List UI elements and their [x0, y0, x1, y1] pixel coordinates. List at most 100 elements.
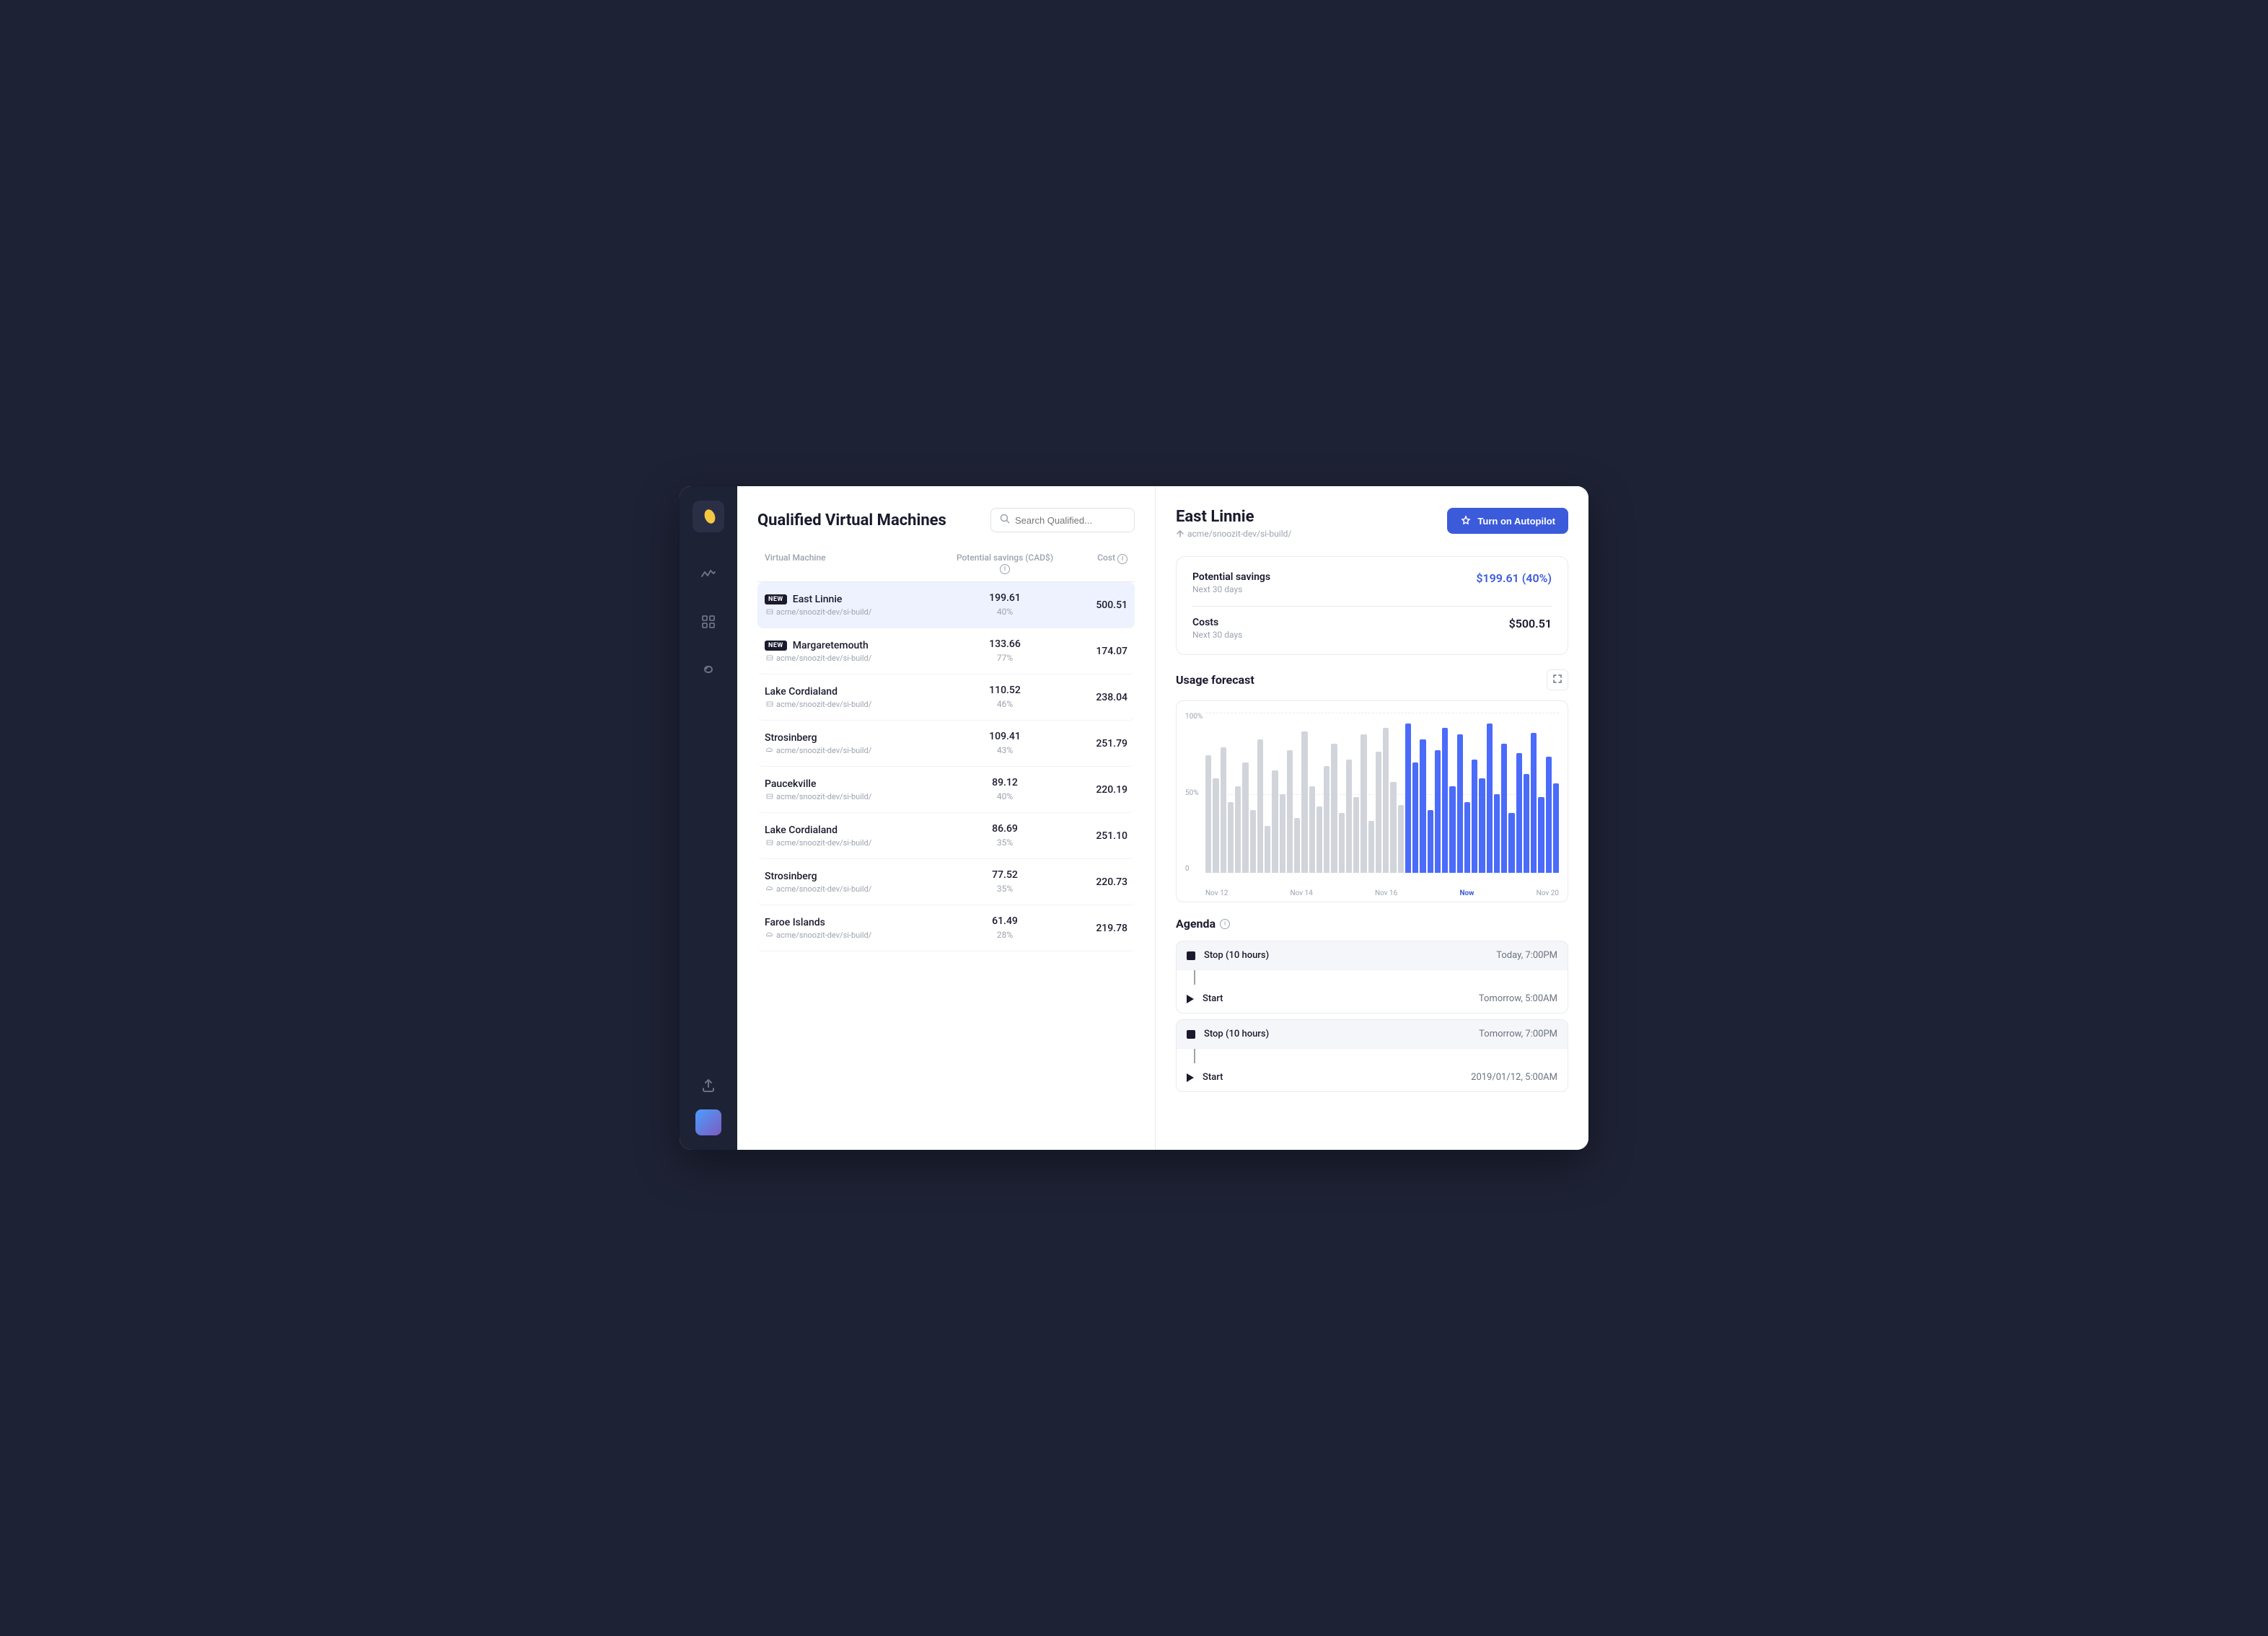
agenda-group: Stop (10 hours) Tomorrow, 7:00PM Start 2…: [1176, 1019, 1568, 1092]
vm-savings: 77.52 35%: [954, 869, 1055, 894]
table-row[interactable]: NEW East Linnie acme/snoozit-dev/si-buil…: [757, 582, 1135, 628]
costs-label: Costs: [1192, 617, 1242, 628]
autopilot-label: Turn on Autopilot: [1477, 516, 1555, 527]
vm-savings-amount: 199.61: [954, 592, 1055, 604]
vm-savings-pct: 40%: [997, 791, 1013, 801]
chart-bar: [1479, 778, 1485, 873]
x-label-nov16: Nov 16: [1375, 889, 1397, 897]
table-row[interactable]: Faroe Islands acme/snoozit-dev/si-build/…: [757, 905, 1135, 951]
vm-name-cell: Strosinberg acme/snoozit-dev/si-build/: [765, 871, 954, 894]
savings-info-icon[interactable]: i: [1000, 564, 1010, 574]
y-label-100: 100%: [1185, 713, 1205, 721]
table-row[interactable]: Strosinberg acme/snoozit-dev/si-build/ 1…: [757, 721, 1135, 767]
expand-chart-button[interactable]: [1547, 669, 1568, 690]
agenda-info-icon[interactable]: i: [1220, 919, 1230, 929]
user-avatar[interactable]: [695, 1109, 721, 1135]
vm-savings-amount: 89.12: [954, 777, 1055, 788]
chart-bar: [1205, 755, 1211, 874]
chart-bar: [1376, 752, 1381, 873]
chart-bars: [1205, 716, 1559, 873]
table-row[interactable]: NEW Margaretemouth acme/snoozit-dev/si-b…: [757, 628, 1135, 674]
chart-bar: [1383, 728, 1389, 873]
infinity-nav-icon[interactable]: [695, 656, 721, 682]
chart-bar: [1346, 760, 1352, 873]
y-label-0: 0: [1185, 865, 1205, 873]
agenda-time: 2019/01/12, 5:00AM: [1471, 1072, 1557, 1083]
vm-name: Margaretemouth: [793, 640, 869, 651]
vm-savings: 61.49 28%: [954, 915, 1055, 941]
autopilot-button[interactable]: Turn on Autopilot: [1447, 508, 1568, 534]
detail-path: acme/snoozit-dev/si-build/: [1176, 529, 1291, 539]
chart-bar: [1353, 797, 1359, 873]
vm-cost: 251.10: [1055, 830, 1128, 842]
agenda-title: Agenda: [1176, 917, 1216, 931]
detail-title: East Linnie: [1176, 508, 1291, 526]
vm-name: Faroe Islands: [765, 917, 825, 928]
table-row[interactable]: Lake Cordialand acme/snoozit-dev/si-buil…: [757, 813, 1135, 859]
chart-bar: [1235, 786, 1241, 873]
new-badge: NEW: [765, 594, 787, 604]
upload-nav-icon[interactable]: [695, 1072, 721, 1098]
cost-info-icon[interactable]: i: [1117, 554, 1128, 564]
x-label-nov20: Nov 20: [1537, 889, 1559, 897]
costs-period: Next 30 days: [1192, 630, 1242, 640]
vm-path: acme/snoozit-dev/si-build/: [765, 700, 954, 709]
chart-bar: [1420, 739, 1425, 873]
usage-chart: 100% 50% 0 Nov 12 Nov 14: [1176, 700, 1568, 902]
vm-table: NEW East Linnie acme/snoozit-dev/si-buil…: [757, 582, 1135, 951]
chart-bar: [1494, 794, 1500, 873]
chart-bar: [1390, 782, 1396, 873]
vm-path: acme/snoozit-dev/si-build/: [765, 607, 954, 617]
chart-bar: [1412, 762, 1418, 873]
agenda-action: Stop (10 hours): [1204, 950, 1487, 961]
filter-nav-icon[interactable]: [695, 609, 721, 635]
vm-savings-pct: 46%: [997, 699, 1013, 709]
agenda-row: Stop (10 hours) Tomorrow, 7:00PM: [1177, 1020, 1568, 1049]
agenda-container: Stop (10 hours) Today, 7:00PM Start Tomo…: [1176, 941, 1568, 1092]
vm-name-cell: Strosinberg acme/snoozit-dev/si-build/: [765, 732, 954, 755]
left-panel: Qualified Virtual Machines Virtual Machi…: [737, 486, 1156, 1150]
chart-bar: [1516, 753, 1522, 873]
vm-path: acme/snoozit-dev/si-build/: [765, 838, 954, 848]
agenda-time: Today, 7:00PM: [1496, 950, 1557, 961]
detail-path-text: acme/snoozit-dev/si-build/: [1187, 529, 1291, 539]
vm-name-cell: NEW Margaretemouth acme/snoozit-dev/si-b…: [765, 640, 954, 663]
vm-name: Paucekville: [765, 778, 816, 790]
vm-name-cell: Lake Cordialand acme/snoozit-dev/si-buil…: [765, 686, 954, 709]
autopilot-icon: [1460, 515, 1472, 527]
agenda-time: Tomorrow, 5:00AM: [1479, 993, 1557, 1004]
x-label-nov14: Nov 14: [1290, 889, 1312, 897]
table-header: Virtual Machine Potential savings (CAD$)…: [757, 553, 1135, 582]
agenda-group: Stop (10 hours) Today, 7:00PM Start Tomo…: [1176, 941, 1568, 1013]
chart-bar: [1442, 728, 1448, 873]
chart-bar: [1287, 750, 1293, 873]
search-input[interactable]: [1015, 515, 1125, 526]
vm-path: acme/snoozit-dev/si-build/: [765, 746, 954, 755]
chart-bar: [1449, 786, 1455, 873]
logo[interactable]: [693, 501, 724, 532]
chart-bar: [1531, 733, 1537, 873]
vm-cost: 500.51: [1055, 599, 1128, 611]
chart-bar: [1546, 757, 1552, 873]
chart-bar: [1472, 760, 1477, 873]
chart-bar: [1265, 826, 1270, 873]
vm-cost: 174.07: [1055, 646, 1128, 657]
connector-line: [1194, 1049, 1195, 1063]
table-row[interactable]: Paucekville acme/snoozit-dev/si-build/ 8…: [757, 767, 1135, 813]
connector-line: [1194, 970, 1195, 985]
right-panel: East Linnie acme/snoozit-dev/si-build/ T…: [1156, 486, 1588, 1150]
agenda-row: Stop (10 hours) Today, 7:00PM: [1177, 941, 1568, 970]
vm-cost: 251.79: [1055, 738, 1128, 749]
vm-savings-amount: 86.69: [954, 823, 1055, 835]
activity-nav-icon[interactable]: [695, 561, 721, 587]
vm-savings: 133.66 77%: [954, 638, 1055, 664]
agenda-action: Stop (10 hours): [1204, 1029, 1470, 1039]
vm-savings-pct: 40%: [997, 607, 1013, 617]
search-box[interactable]: [990, 508, 1135, 532]
table-row[interactable]: Strosinberg acme/snoozit-dev/si-build/ 7…: [757, 859, 1135, 905]
y-label-50: 50%: [1185, 789, 1205, 797]
table-row[interactable]: Lake Cordialand acme/snoozit-dev/si-buil…: [757, 674, 1135, 721]
chart-bar: [1309, 786, 1315, 873]
chart-bar: [1228, 802, 1234, 873]
vm-savings-pct: 43%: [997, 745, 1013, 755]
